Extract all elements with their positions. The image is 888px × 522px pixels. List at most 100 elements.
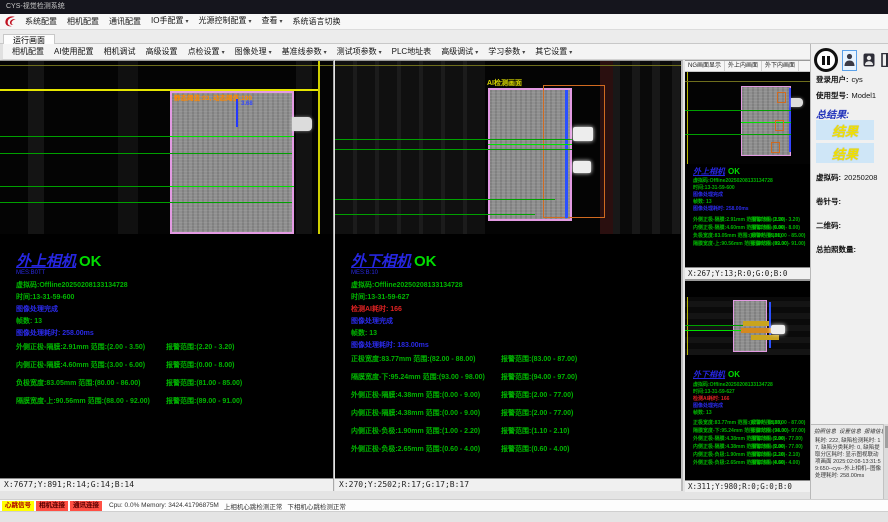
measurement-value: 外侧正极-隔膜:2.91mm 范围:(2.00 - 3.50)	[693, 216, 751, 224]
dropdown-arrow-icon: ▾	[222, 50, 225, 56]
measure-line	[685, 134, 791, 135]
pause-button[interactable]	[814, 48, 838, 72]
virtual-code-label: 虚拟码:	[816, 173, 841, 182]
tool-spot-check[interactable]: 点检设置▾	[183, 46, 230, 57]
lower-camera-heartbeat-status: 下相机心跳检测正常	[287, 501, 346, 511]
processing-done-line: 图像处理完成	[351, 316, 393, 326]
mes-status: MES:B:10	[351, 270, 378, 276]
operator-button[interactable]	[861, 50, 876, 71]
tool-other-settings[interactable]: 其它设置▾	[530, 46, 577, 57]
ng-preview-lower: 外下相机OK 虚拟码:Offline20250208133134728 时间:1…	[685, 283, 810, 492]
tool-test-item-params[interactable]: 测试项参数▾	[332, 46, 387, 57]
user-account-button[interactable]	[842, 50, 857, 71]
menubar: 系统配置 相机配置 通讯配置 IO手配置▾ 光源控制配置▾ 查看▾ 系统语言切换	[0, 14, 888, 30]
menu-item-camera-config[interactable]: 相机配置	[62, 14, 104, 29]
ng-result-panel-upper: 外上相机OK 虚拟码:Offline20250208133134728 时间:1…	[685, 164, 810, 256]
tool-baseline-params[interactable]: 基准线参数▾	[277, 46, 332, 57]
measurement-row: 外侧正极-隔膜:2.91mm 范围:(2.00 - 3.50)报警范围:(2.2…	[693, 216, 807, 224]
virtual-code-line: 虚拟码:Offline20250208133134728	[693, 177, 773, 184]
dropdown-arrow-icon: ▾	[475, 50, 478, 56]
tab-lower-inner-view[interactable]: 外下内画面	[762, 61, 799, 71]
tool-learning-params[interactable]: 学习参数▾	[483, 46, 530, 57]
edge-marker-blue	[565, 90, 568, 218]
tool-label: 相机配置	[12, 47, 44, 56]
measurement-value: 外侧正极-负极:2.65mm 范围:(0.60 - 4.00)	[693, 459, 751, 467]
alarm-range: 报警范围:(81.00 - 85.00)	[751, 232, 805, 240]
window-title: CYS-视觉检测系统	[6, 3, 65, 10]
machine-band	[335, 61, 485, 234]
roi-boundary-yellow	[687, 297, 688, 355]
processing-done-line: 图像处理完成	[693, 191, 723, 198]
alarm-range: 报警范围:(0.00 - 8.00)	[751, 224, 800, 232]
tool-camera-config[interactable]: 相机配置	[7, 46, 49, 57]
result-text: 结果	[832, 144, 858, 163]
menu-item-view[interactable]: 查看▾	[256, 13, 287, 30]
ng-image-lower[interactable]	[685, 297, 810, 355]
measurement-row: 正极宽度:83.77mm 范围:(82.00 - 88.00)报警范围:(83.…	[693, 419, 807, 427]
tool-ai-usage-config[interactable]: AI使用配置	[49, 46, 99, 57]
measurement-row: 隔膜宽度-上:90.56mm 范围:(88.00 - 92.00)报警范围:(8…	[16, 396, 328, 414]
measure-line	[335, 139, 572, 140]
dropdown-arrow-icon: ▾	[569, 50, 572, 56]
tool-plc-address-table[interactable]: PLC地址表	[387, 46, 437, 57]
measurement-value: 外侧正极-隔膜:4.38mm 范围:(0.00 - 9.00)	[693, 435, 751, 443]
time-line: 时间:13-31-59-600	[693, 184, 735, 191]
measure-line	[335, 199, 555, 200]
tab-upper-inner-view[interactable]: 外上内画面	[725, 61, 762, 71]
tool-advanced-debug[interactable]: 高级调试▾	[436, 46, 483, 57]
measurement-value: 正极宽度:83.77mm 范围:(82.00 - 88.00)	[351, 354, 501, 372]
measurement-value: 外侧正极-隔膜:4.38mm 范围:(0.00 - 9.00)	[351, 390, 501, 408]
caliper-marker	[236, 99, 238, 127]
menu-item-system-config[interactable]: 系统配置	[20, 14, 62, 29]
measurement-list: 外侧正极-隔膜:2.91mm 范围:(2.00 - 3.50)报警范围:(2.2…	[693, 216, 807, 248]
measurement-row: 负极宽度:83.05mm 范围:(80.00 - 86.00)报警范围:(81.…	[16, 378, 328, 396]
pixel-coords-readout-ng-lower: X:311;Y:980;R:0;G:0;B:0	[685, 480, 810, 492]
tab-ng-display[interactable]: NG画面显示	[685, 61, 725, 71]
tool-advanced-settings[interactable]: 高级设置	[141, 46, 183, 57]
result-ok-badge: OK	[79, 253, 102, 270]
exit-button[interactable]	[880, 50, 888, 71]
menu-item-comm-config[interactable]: 通讯配置	[104, 14, 146, 29]
measure-line	[0, 202, 292, 203]
measurement-row: 外侧正极-隔膜:4.38mm 范围:(0.00 - 9.00)报警范围:(2.0…	[351, 390, 663, 408]
tab-settings-info[interactable]: 设置信息	[839, 427, 861, 435]
camera-image-lower[interactable]: AI检测画面	[335, 61, 681, 234]
menu-item-light-config[interactable]: 光源控制配置▾	[193, 13, 256, 30]
measure-line	[685, 110, 791, 111]
elapsed-line: 图像处理耗时: 183.00ms	[351, 340, 429, 350]
pause-icon	[827, 56, 830, 65]
menu-item-io-config[interactable]: IO手配置▾	[146, 13, 193, 30]
camera-image-upper[interactable]: 静态阈值:93, 动态阈值:100 3.68	[0, 61, 333, 234]
pixel-coords-readout-lower: X:270;Y:2502;R:17;G:17;B:17	[335, 478, 681, 491]
camera-name: 外下相机	[351, 253, 411, 270]
app-window: CYS-视觉检测系统 系统配置 相机配置 通讯配置 IO手配置▾ 光源控制配置▾…	[0, 0, 888, 522]
tool-image-processing[interactable]: 图像处理▾	[230, 46, 277, 57]
tool-camera-debug[interactable]: 相机调试	[99, 46, 141, 57]
exit-door-icon	[881, 53, 888, 67]
pixel-coords-readout-ng-upper: X:267;Y:13;R:0;G:0;B:0	[685, 267, 810, 279]
dropdown-arrow-icon: ▾	[279, 19, 282, 25]
processing-done-line: 图像处理完成	[693, 402, 723, 409]
virtual-code-line: 虚拟码:Offline20250208133134728	[351, 280, 463, 290]
system-statusbar: 心跳信号 相机连接 通讯连接 Cpu: 0.0% Memory: 3424.41…	[0, 499, 888, 512]
tab-shot-info[interactable]: 拍照信息	[814, 427, 836, 435]
ng-image-upper[interactable]	[685, 72, 810, 164]
alarm-range: 报警范围:(2.20 - 3.20)	[751, 216, 800, 224]
virtual-code-value: 20250208	[844, 173, 877, 182]
menu-label: IO手配置	[151, 16, 183, 25]
measurement-value: 内侧正极-隔膜:4.60mm 范围:(3.00 - 6.00)	[16, 360, 166, 378]
menu-label: 相机配置	[67, 17, 99, 26]
measurement-value: 内侧正极-隔膜:4.38mm 范围:(0.00 - 9.00)	[351, 408, 501, 426]
measurement-row: 内侧正极-隔膜:4.38mm 范围:(0.00 - 9.00)报警范围:(2.0…	[351, 408, 663, 426]
tool-label: 高级设置	[146, 47, 178, 56]
tool-label: 高级调试	[441, 47, 473, 56]
alarm-range: 报警范围:(83.00 - 87.00)	[751, 419, 805, 427]
measurement-row: 外侧正极-负极:2.65mm 范围:(0.60 - 4.00)报警范围:(0.6…	[351, 444, 663, 462]
frame-count-line: 帧数: 13	[351, 328, 377, 338]
time-line: 时间:13-31-59-627	[351, 292, 409, 302]
alarm-range: 报警范围:(2.00 - 77.00)	[751, 443, 803, 451]
dropdown-arrow-icon: ▾	[324, 50, 327, 56]
menu-item-language-switch[interactable]: 系统语言切换	[288, 14, 346, 29]
measurement-row: 隔膜宽度-下:95.24mm 范围:(93.00 - 98.00)报警范围:(9…	[693, 427, 807, 435]
measurement-value: 内侧正极-隔膜:4.38mm 范围:(0.00 - 9.00)	[693, 443, 751, 451]
